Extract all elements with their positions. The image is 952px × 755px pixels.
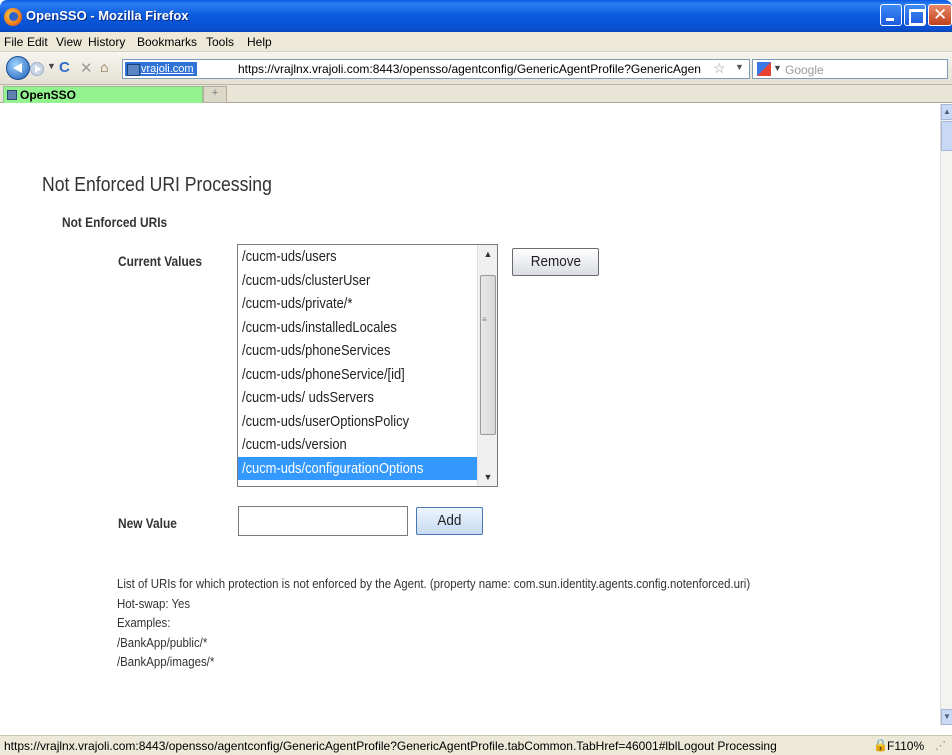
list-item-label: /cucm-uds/ udsServers — [242, 389, 374, 406]
list-item-label: /cucm-uds/configurationOptions — [242, 459, 424, 477]
list-item[interactable]: /cucm-uds/phoneService/[id] — [238, 363, 477, 387]
stop-icon[interactable]: ✕ — [80, 59, 93, 77]
menu-bookmarks[interactable]: Bookmarks — [137, 35, 197, 49]
list-item[interactable]: /cucm-uds/clusterUser — [238, 269, 477, 293]
site-favicon-icon — [7, 90, 17, 100]
menu-help[interactable]: Help — [247, 35, 272, 49]
help-line: Examples: — [117, 615, 171, 631]
menu-edit[interactable]: Edit — [27, 35, 48, 49]
home-icon[interactable]: ⌂ — [100, 59, 108, 75]
list-item[interactable]: /cucm-uds/configurationOptions — [238, 456, 477, 480]
help-line: List of URIs for which protection is not… — [117, 576, 751, 591]
scroll-up-arrow-icon[interactable]: ▲ — [478, 245, 498, 263]
remove-button-label: Remove — [530, 253, 581, 270]
tab-opensso[interactable]: OpenSSO — [3, 86, 203, 103]
tab-bar: OpenSSO + — [0, 85, 952, 103]
zoom-indicator[interactable]: F110% — [887, 739, 924, 753]
site-identity-button[interactable]: vrajoli.com — [125, 62, 197, 76]
resize-grip-icon[interactable]: ⋰ — [935, 739, 946, 752]
search-engine-icon[interactable] — [757, 62, 771, 76]
list-item-label: /cucm-uds/private/* — [242, 295, 353, 312]
current-values-label: Current Values — [118, 253, 203, 269]
history-dropdown-icon[interactable]: ▼ — [47, 61, 56, 71]
list-item[interactable]: /cucm-uds/userOptionsPolicy — [238, 410, 477, 434]
list-item[interactable]: /cucm-uds/private/* — [238, 292, 477, 316]
status-text: https://vrajlnx.vrajoli.com:8443/opensso… — [4, 739, 777, 753]
menu-tools[interactable]: Tools — [206, 35, 234, 49]
list-item[interactable]: /cucm-uds/version — [238, 433, 477, 457]
page-title: Not Enforced URI Processing — [42, 174, 272, 196]
back-button[interactable] — [6, 56, 30, 80]
page-scroll-thumb[interactable] — [941, 121, 952, 151]
search-bar[interactable]: ▼ Google — [752, 59, 948, 79]
scroll-thumb[interactable] — [480, 275, 496, 435]
list-item-label: /cucm-uds/phoneServices — [242, 342, 391, 359]
forward-button[interactable] — [30, 62, 44, 76]
current-values-list[interactable]: /cucm-uds/users/cucm-uds/clusterUser/cuc… — [237, 244, 498, 487]
menu-history[interactable]: History — [88, 35, 125, 49]
page-scroll-down-icon[interactable]: ▼ — [941, 709, 952, 725]
firefox-icon — [4, 8, 22, 26]
bookmark-star-icon[interactable]: ☆ — [713, 60, 726, 77]
add-button[interactable]: Add — [416, 507, 483, 535]
reload-icon[interactable]: C — [59, 59, 70, 76]
menu-bar: File Edit View History Bookmarks Tools H… — [0, 32, 952, 52]
list-item-label: /cucm-uds/installedLocales — [242, 318, 397, 336]
list-item-label: /cucm-uds/clusterUser — [242, 271, 371, 289]
list-item-label: /cucm-uds/version — [242, 436, 347, 453]
help-line: /BankApp/images/* — [117, 654, 215, 670]
minimize-button[interactable] — [880, 4, 902, 26]
scroll-down-arrow-icon[interactable]: ▼ — [478, 468, 498, 486]
page-scroll-up-icon[interactable]: ▲ — [941, 104, 952, 120]
menu-view[interactable]: View — [56, 35, 82, 49]
list-item[interactable]: /cucm-uds/phoneServices — [238, 339, 477, 363]
list-scrollbar[interactable]: ▲ ≡ ▼ — [477, 245, 497, 486]
menu-file[interactable]: File — [4, 35, 23, 49]
page-scrollbar[interactable]: ▲ ▼ — [940, 104, 952, 725]
add-button-label: Add — [437, 512, 462, 529]
search-input[interactable]: Google — [785, 63, 824, 77]
list-item-label: /cucm-uds/userOptionsPolicy — [242, 412, 410, 430]
search-engine-dropdown-icon[interactable]: ▼ — [773, 63, 782, 73]
new-value-input[interactable] — [238, 506, 408, 536]
list-item[interactable]: /cucm-uds/installedLocales — [238, 316, 477, 340]
status-bar: https://vrajlnx.vrajoli.com:8443/opensso… — [0, 735, 952, 755]
section-label: Not Enforced URIs — [62, 214, 168, 230]
window-title-bar: OpenSSO - Mozilla Firefox ✕ — [0, 0, 952, 32]
help-text: List of URIs for which protection is not… — [117, 574, 836, 672]
padlock-icon[interactable]: 🔒 — [873, 738, 888, 752]
url-dropdown-icon[interactable]: ▼ — [735, 62, 744, 72]
help-line: Hot-swap: Yes — [117, 595, 191, 611]
close-icon: ✕ — [933, 5, 948, 25]
list-item-label: /cucm-uds/phoneService/[id] — [242, 365, 405, 383]
close-button[interactable]: ✕ — [928, 4, 952, 26]
navigation-toolbar: ▼ C ✕ ⌂ vrajoli.com https://vrajlnx.vraj… — [0, 52, 952, 85]
remove-button[interactable]: Remove — [512, 248, 599, 276]
new-tab-button[interactable]: + — [203, 86, 227, 103]
page-content: Not Enforced URI Processing Not Enforced… — [0, 104, 940, 725]
help-line: /BankApp/public/* — [117, 634, 208, 650]
list-item[interactable]: /cucm-uds/users — [238, 245, 477, 269]
tab-label: OpenSSO — [20, 88, 77, 102]
address-bar[interactable]: vrajoli.com https://vrajlnx.vrajoli.com:… — [122, 59, 750, 79]
list-item[interactable]: /cucm-uds/ udsServers — [238, 386, 477, 410]
url-text[interactable]: https://vrajlnx.vrajoli.com:8443/opensso… — [238, 62, 708, 76]
grip-icon: ≡ — [482, 315, 487, 324]
new-value-label: New Value — [118, 515, 177, 531]
current-values-items: /cucm-uds/users/cucm-uds/clusterUser/cuc… — [238, 245, 477, 486]
window-title: OpenSSO - Mozilla Firefox — [26, 8, 189, 23]
list-item-label: /cucm-uds/users — [242, 248, 337, 265]
maximize-button[interactable] — [904, 4, 926, 26]
